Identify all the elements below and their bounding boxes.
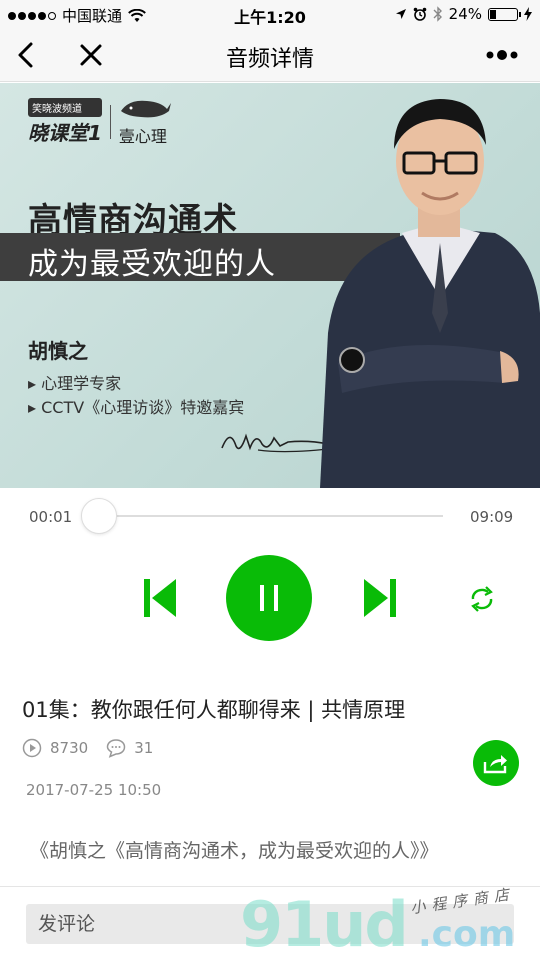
player-controls	[0, 555, 540, 645]
progress-thumb[interactable]	[81, 498, 117, 534]
current-time: 00:01	[29, 508, 73, 526]
divider	[0, 886, 540, 887]
album-description[interactable]: 《胡慎之《高情商沟通术，成为最受欢迎的人》》	[30, 836, 439, 863]
logo-main: 晓课堂1	[28, 121, 102, 145]
charging-icon	[524, 7, 532, 21]
battery-icon	[488, 7, 521, 21]
logo-divider	[109, 105, 111, 139]
loop-icon[interactable]	[468, 586, 496, 612]
total-time: 09:09	[470, 508, 514, 526]
comment-icon	[106, 739, 126, 758]
location-icon	[395, 9, 406, 19]
share-button[interactable]	[473, 740, 519, 786]
play-count-icon	[22, 738, 42, 758]
play-count: 8730	[50, 739, 89, 757]
brand-logo: 笑晓波频道 晓课堂1 壹心理	[28, 97, 171, 147]
more-icon[interactable]	[484, 40, 520, 70]
whale-icon	[120, 100, 171, 118]
status-right: 24%	[395, 5, 532, 23]
speaker-name: 胡慎之	[28, 339, 88, 363]
banner-subtitle: 成为最受欢迎的人	[28, 247, 276, 282]
course-banner: 笑晓波频道 晓课堂1 壹心理 高情商沟通术 成为最受欢迎的人 胡慎之 ▸ 心理学…	[0, 83, 540, 488]
comment-input[interactable]	[26, 904, 514, 944]
logo-badge: 笑晓波频道	[28, 98, 102, 117]
status-bar: 中国联通 上午1:20 24%	[0, 0, 540, 28]
page-title: 音频详情	[225, 47, 314, 72]
speaker-photo	[320, 99, 540, 488]
nav-bar: 音频详情	[0, 28, 540, 82]
publish-date: 2017-07-25 10:50	[26, 781, 162, 799]
speaker-credential: ▸ CCTV《心理访谈》特邀嘉宾	[28, 398, 245, 417]
pause-icon	[260, 585, 278, 611]
progress-track[interactable]	[98, 515, 443, 517]
next-track-icon[interactable]	[364, 579, 396, 617]
bluetooth-icon	[433, 6, 442, 22]
alarm-icon	[413, 7, 426, 21]
share-icon	[483, 755, 507, 774]
comment-count: 31	[134, 739, 154, 757]
battery-percent: 24%	[448, 5, 482, 23]
previous-track-icon[interactable]	[144, 579, 176, 617]
episode-title: 01集：教你跟任何人都聊得来 | 共情原理	[22, 698, 406, 722]
battery-fill	[490, 9, 496, 19]
speaker-credential: ▸ 心理学专家	[28, 374, 122, 393]
episode-stats: 8730 31	[22, 738, 153, 758]
pause-button[interactable]	[226, 555, 312, 641]
progress-row: 00:01 09:09	[0, 498, 540, 534]
logo-sub: 壹心理	[118, 127, 167, 146]
